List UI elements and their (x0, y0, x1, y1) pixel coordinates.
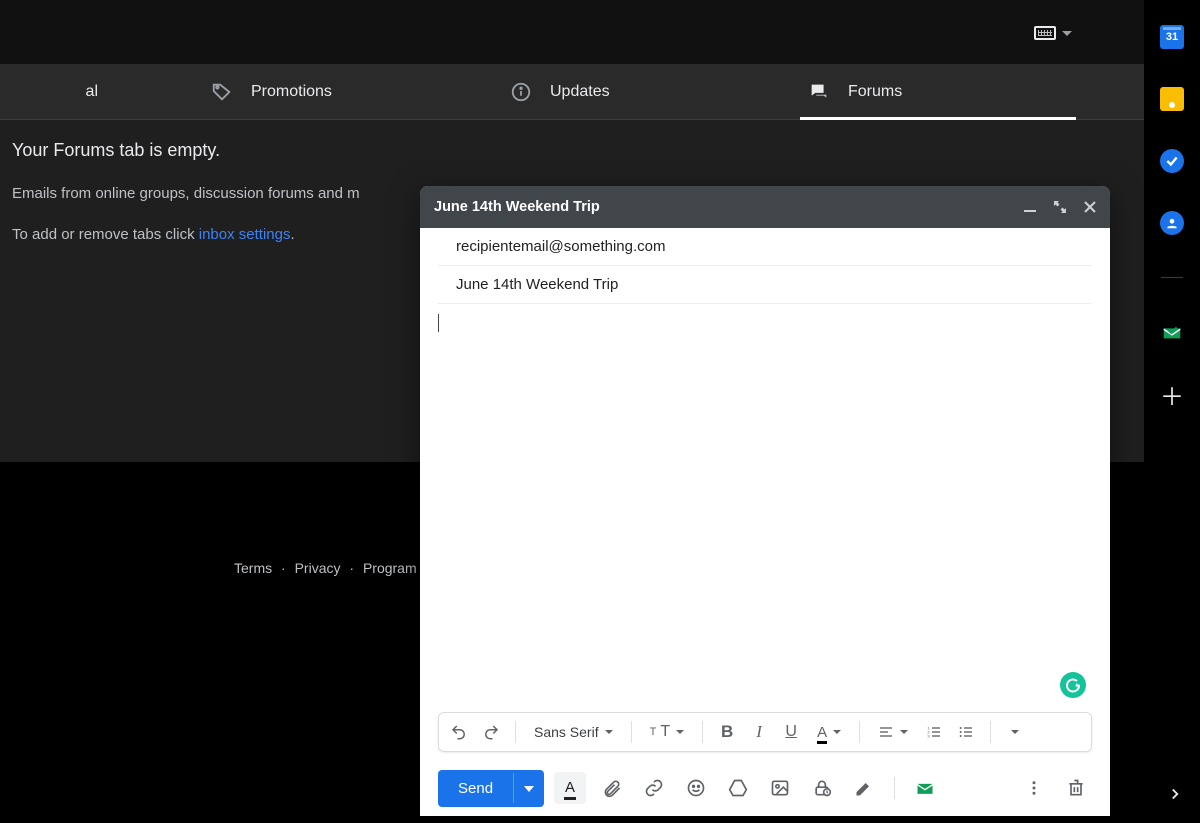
more-options-button[interactable] (1018, 772, 1050, 804)
underline-button[interactable]: U (777, 718, 805, 746)
tab-updates[interactable]: Updates (510, 64, 610, 120)
svg-text:3: 3 (927, 733, 930, 738)
keep-app-icon[interactable] (1160, 87, 1184, 111)
send-button[interactable]: Send (438, 770, 544, 807)
send-options-button[interactable] (513, 773, 544, 803)
tab-label: Forums (848, 83, 902, 101)
subject-field[interactable]: June 14th Weekend Trip (438, 266, 1092, 304)
align-button[interactable] (870, 718, 916, 746)
close-icon[interactable] (1084, 201, 1096, 213)
add-addon-button[interactable]: ＋ (1160, 382, 1184, 406)
fullscreen-icon[interactable] (1054, 201, 1066, 213)
insert-drive-button[interactable] (722, 772, 754, 804)
tab-label: Updates (550, 83, 610, 101)
input-tools-button[interactable] (1034, 26, 1072, 40)
tab-label: Promotions (251, 83, 332, 101)
font-size-select[interactable]: TT (642, 718, 693, 746)
empty-heading: Your Forums tab is empty. (12, 140, 1188, 161)
compose-body[interactable] (420, 304, 1110, 712)
insert-signature-button[interactable] (848, 772, 880, 804)
hide-side-panel-button[interactable] (1166, 785, 1184, 803)
bulleted-list-button[interactable] (952, 718, 980, 746)
info-icon (510, 81, 532, 103)
tasks-app-icon[interactable] (1160, 149, 1184, 173)
footer-terms[interactable]: Terms (234, 560, 272, 576)
chevron-down-icon (833, 730, 841, 734)
minimize-icon[interactable] (1024, 201, 1036, 213)
chevron-down-icon (1062, 31, 1072, 36)
bold-button[interactable]: B (713, 718, 741, 746)
to-field[interactable]: recipientemail@something.com (438, 228, 1092, 266)
contacts-app-icon[interactable] (1160, 211, 1184, 235)
redo-button[interactable] (477, 718, 505, 746)
addon-compose-button[interactable] (909, 772, 941, 804)
inbox-settings-link[interactable]: inbox settings (199, 226, 291, 243)
tab-forums[interactable]: Forums (808, 64, 902, 120)
calendar-app-icon[interactable]: 31 (1160, 25, 1184, 49)
compose-action-bar: Send A (420, 760, 1110, 816)
tag-icon (211, 81, 233, 103)
tab-social[interactable]: al (0, 64, 110, 120)
font-family-select[interactable]: Sans Serif (526, 718, 621, 746)
text-caret (438, 314, 439, 332)
confidential-mode-button[interactable] (806, 772, 838, 804)
text-color-button[interactable]: A (809, 718, 849, 746)
tab-label: al (86, 83, 98, 101)
tab-promotions[interactable]: Promotions (211, 64, 332, 120)
more-formatting-button[interactable] (1001, 718, 1029, 746)
grammarly-icon[interactable] (1060, 672, 1086, 698)
insert-link-button[interactable] (638, 772, 670, 804)
category-tabs: al Promotions Updates Forums (0, 64, 1200, 120)
compose-title: June 14th Weekend Trip (434, 199, 600, 215)
forums-icon (808, 81, 830, 103)
formatting-options-button[interactable]: A (554, 772, 586, 804)
formatting-toolbar: Sans Serif TT B I U A 123 (438, 712, 1092, 752)
numbered-list-button[interactable]: 123 (920, 718, 948, 746)
discard-draft-button[interactable] (1060, 772, 1092, 804)
compose-window: June 14th Weekend Trip recipientemail@so… (420, 186, 1110, 816)
compose-header[interactable]: June 14th Weekend Trip (420, 186, 1110, 228)
insert-emoji-button[interactable] (680, 772, 712, 804)
italic-button[interactable]: I (745, 718, 773, 746)
insert-photo-button[interactable] (764, 772, 796, 804)
undo-button[interactable] (445, 718, 473, 746)
attach-file-button[interactable] (596, 772, 628, 804)
footer-program[interactable]: Program (363, 560, 417, 576)
chevron-down-icon (900, 730, 908, 734)
side-panel: 31 ＋ (1144, 0, 1200, 823)
footer-privacy[interactable]: Privacy (295, 560, 341, 576)
keyboard-icon (1034, 26, 1056, 40)
chevron-down-icon (676, 730, 684, 734)
footer-links: Terms · Privacy · Program (234, 560, 417, 576)
chevron-down-icon (605, 730, 613, 734)
addon-icon[interactable] (1160, 320, 1184, 344)
side-panel-divider (1161, 277, 1183, 278)
